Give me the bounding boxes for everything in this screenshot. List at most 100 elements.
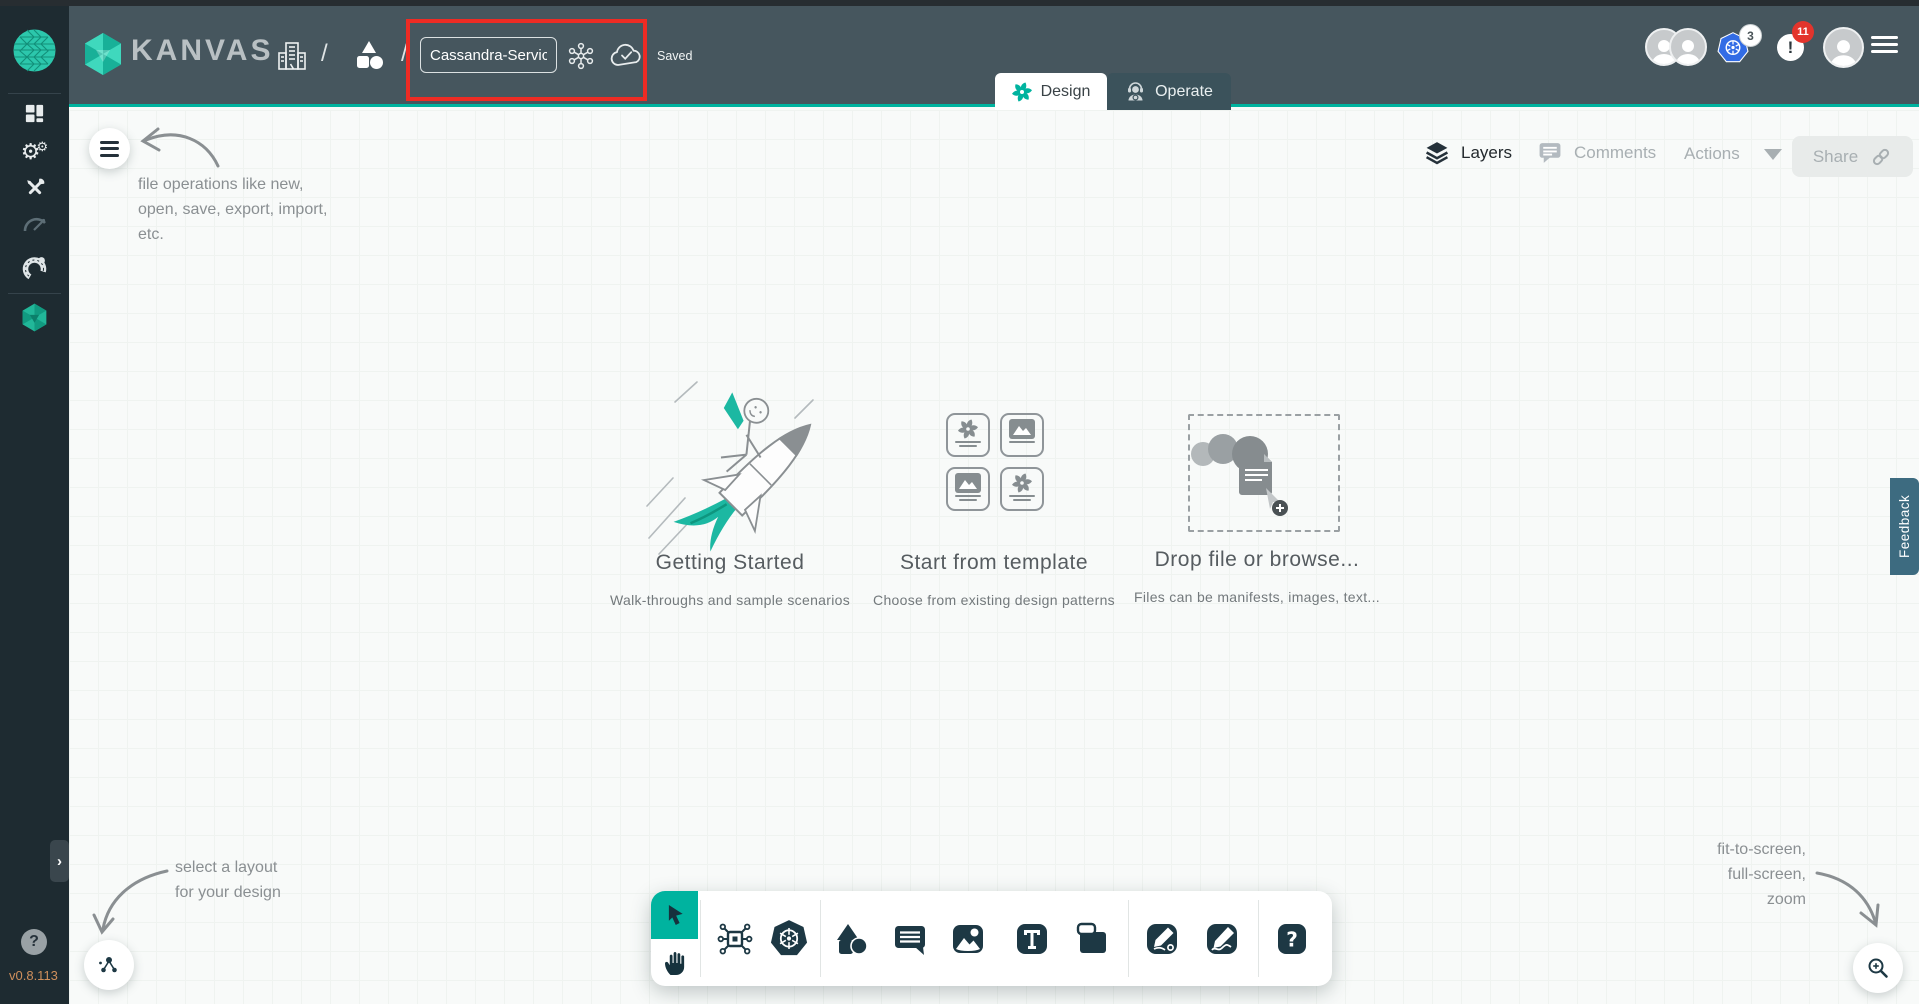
actions-dropdown[interactable]: Actions: [1684, 144, 1782, 164]
text-tool[interactable]: [1010, 917, 1054, 961]
comment-tool[interactable]: [888, 917, 932, 961]
dashboard-icon: [25, 104, 44, 122]
file-menu-button[interactable]: [89, 128, 130, 169]
kubernetes-icon: [770, 920, 808, 956]
section-title-drop-file[interactable]: Drop file or browse...: [1147, 548, 1367, 572]
feedback-tab[interactable]: Feedback: [1890, 478, 1919, 575]
chevron-right-icon: ›: [57, 852, 62, 870]
note-icon: [1076, 922, 1106, 953]
pen-tool[interactable]: [1140, 917, 1184, 961]
sketch-pencil-icon: [1207, 924, 1237, 954]
sidebar-item-extensions[interactable]: [0, 249, 69, 287]
design-pinwheel-icon: [958, 419, 978, 439]
share-button[interactable]: Share: [1792, 136, 1913, 177]
design-pinwheel-icon: [1012, 473, 1032, 493]
drop-file-illustration: [1191, 434, 1288, 516]
feedback-label: Feedback: [1897, 494, 1912, 559]
comments-button[interactable]: Comments: [1537, 140, 1656, 165]
section-title-getting-started[interactable]: Getting Started: [620, 551, 840, 575]
image-icon: [955, 473, 981, 493]
annotation-zoom: fit-to-screen, full-screen, zoom: [1717, 841, 1806, 908]
kanvas-logo-icon[interactable]: [83, 32, 123, 76]
component-icon: [717, 923, 753, 955]
layout-select-button[interactable]: [84, 940, 134, 990]
toolkit-icon: [26, 178, 44, 195]
getting-started-illustration[interactable]: [645, 380, 820, 565]
comment-icon: [895, 926, 925, 955]
kubernetes-tool[interactable]: [767, 917, 811, 961]
pan-tool[interactable]: [651, 939, 698, 986]
breadcrumb-separator: /: [321, 40, 328, 67]
tab-operate[interactable]: Operate: [1107, 73, 1231, 110]
actions-label: Actions: [1684, 144, 1740, 163]
hamburger-menu-icon[interactable]: [1871, 36, 1898, 53]
menu-icon: [100, 140, 119, 157]
sketch-tool[interactable]: [1200, 917, 1244, 961]
section-subtitle-template: Choose from existing design patterns: [873, 592, 1115, 608]
image-tool[interactable]: [946, 917, 990, 961]
sidebar-item-kanvas[interactable]: [0, 298, 69, 336]
organization-icon[interactable]: [275, 39, 309, 73]
toolbar-divider: [700, 900, 701, 977]
annotation-layout: select a layout for your design: [175, 859, 281, 901]
template-card[interactable]: [1000, 467, 1044, 511]
layers-button[interactable]: Layers: [1424, 140, 1512, 165]
drop-file-zone[interactable]: [1188, 414, 1340, 532]
select-tool[interactable]: [651, 891, 698, 939]
design-pinwheel-icon: [1011, 82, 1032, 102]
notification-badge: 11: [1792, 21, 1814, 43]
comments-label: Comments: [1574, 142, 1657, 162]
layer5-logo-icon[interactable]: [12, 28, 57, 73]
sidebar-expand-button[interactable]: ›: [50, 840, 69, 882]
brand-text: KANVAS: [131, 34, 274, 67]
hand-icon: [665, 951, 685, 975]
section-title-template[interactable]: Start from template: [884, 551, 1104, 575]
app-version: v0.8.113: [9, 968, 58, 983]
help-tool[interactable]: ?: [1270, 917, 1314, 961]
highlight-box: [406, 19, 647, 101]
help-button[interactable]: ?: [21, 929, 47, 955]
shapes-tool[interactable]: [829, 917, 873, 961]
sidebar-item-settings[interactable]: ⚙ ⚙: [0, 133, 69, 171]
collaborator-avatar[interactable]: [1669, 28, 1707, 66]
settings-gear-small-icon: ⚙: [36, 138, 49, 154]
graph-layout-icon: [99, 957, 117, 973]
svg-text:?: ?: [1286, 928, 1298, 952]
layers-label: Layers: [1461, 142, 1513, 162]
cursor-icon: [668, 905, 683, 925]
toolbar-divider: [1128, 900, 1129, 977]
tab-design-label: Design: [1040, 82, 1091, 100]
layers-icon: [1425, 142, 1449, 165]
component-tool[interactable]: [713, 917, 757, 961]
template-cards[interactable]: [946, 413, 1044, 511]
sidebar-item-toolkit[interactable]: [0, 169, 69, 207]
zoom-in-icon: [1868, 958, 1888, 978]
extensions-icon: [22, 256, 47, 281]
operate-headset-icon: [1125, 81, 1146, 102]
kanvas-app: { "app": { "brand": "KANVAS", "version":…: [0, 0, 1919, 1004]
template-card[interactable]: [1000, 413, 1044, 457]
note-tool[interactable]: [1070, 917, 1114, 961]
kanvas-icon: [22, 303, 47, 331]
image-icon: [1009, 419, 1035, 439]
sidebar-item-performance[interactable]: [0, 205, 69, 243]
toolbar-divider: [820, 900, 821, 977]
zoom-button[interactable]: [1853, 943, 1903, 993]
question-mark-icon: ?: [1278, 924, 1306, 954]
sidebar-divider: [8, 293, 61, 294]
app-header: KANVAS / / Cassandra-Service Saved Desig…: [69, 6, 1919, 110]
link-icon: [1873, 148, 1890, 165]
template-card[interactable]: [946, 467, 990, 511]
section-subtitle-drop-file: Files can be manifests, images, text...: [1134, 589, 1380, 605]
save-status: Saved: [657, 49, 693, 63]
tab-operate-label: Operate: [1155, 82, 1213, 100]
user-avatar[interactable]: [1823, 27, 1864, 68]
toolbar-divider: [1258, 900, 1259, 977]
workspace-icon[interactable]: [353, 39, 385, 73]
template-card[interactable]: [946, 413, 990, 457]
tab-design[interactable]: Design: [995, 73, 1107, 110]
performance-gauge-icon: [23, 218, 46, 232]
left-sidebar: ⚙ ⚙ › ? v0.8.113: [0, 6, 69, 1004]
sidebar-item-dashboard[interactable]: [0, 94, 69, 132]
tools-toolbar: ?: [651, 891, 1332, 986]
